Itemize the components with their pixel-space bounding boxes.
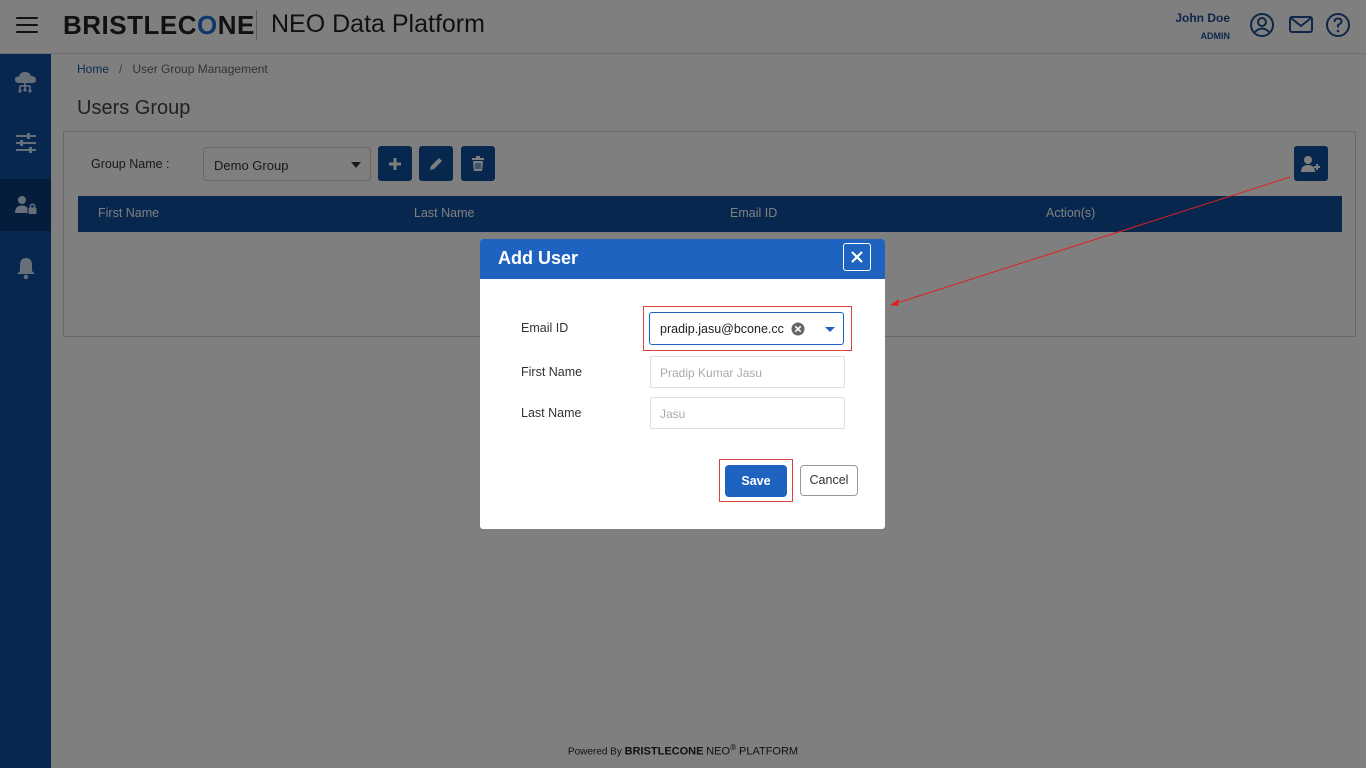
email-select[interactable]: pradip.jasu@bcone.cc [649, 312, 844, 345]
first-name-field[interactable]: Pradip Kumar Jasu [650, 356, 845, 388]
first-name-label: First Name [521, 365, 583, 379]
dropdown-caret-icon[interactable] [825, 327, 835, 332]
dialog-header: Add User [480, 239, 885, 279]
cancel-button[interactable]: Cancel [800, 465, 858, 496]
email-label: Email ID [521, 321, 569, 335]
email-highlight: pradip.jasu@bcone.cc [643, 306, 852, 351]
last-name-label: Last Name [521, 406, 582, 420]
dialog-title: Add User [498, 248, 579, 268]
clear-icon[interactable] [791, 322, 805, 336]
close-icon [851, 251, 863, 263]
close-button[interactable] [843, 243, 871, 271]
add-user-dialog: Add User Email ID pradip.jasu@bcone.cc F… [480, 239, 885, 529]
save-button[interactable]: Save [725, 465, 787, 497]
last-name-field[interactable]: Jasu [650, 397, 845, 429]
save-highlight: Save [719, 459, 793, 502]
